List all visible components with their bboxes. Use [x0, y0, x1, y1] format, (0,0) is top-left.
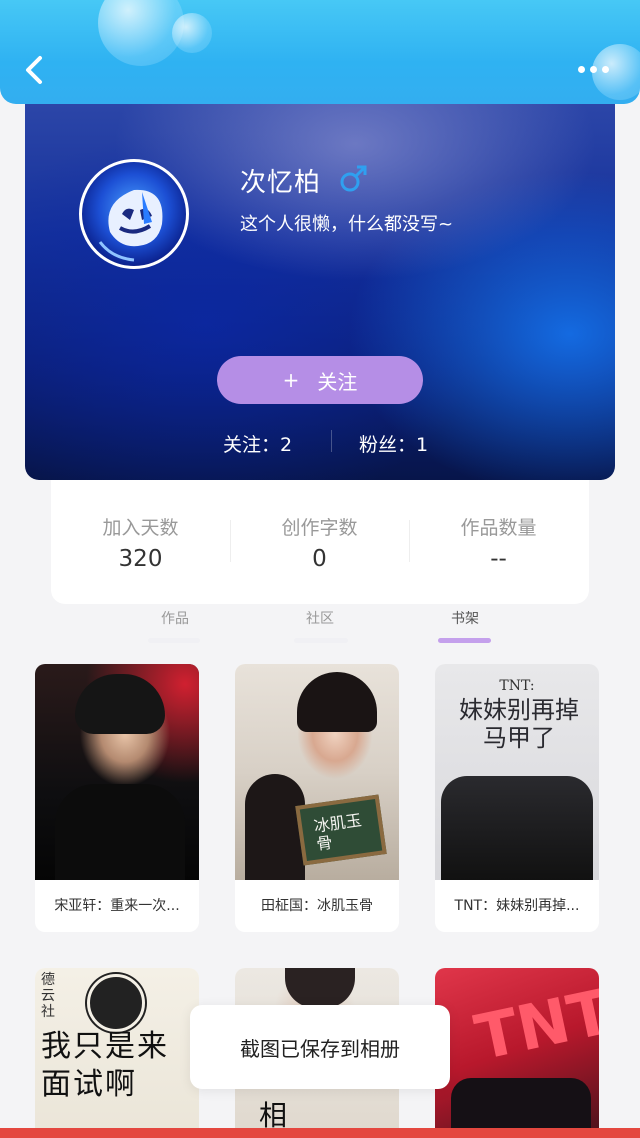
stat-label: 创作字数 [281, 517, 358, 539]
more-horizontal-icon[interactable] [574, 62, 614, 78]
followers-count[interactable]: 粉丝：1 [359, 430, 428, 457]
cover-subtitle: TNT: [499, 678, 535, 694]
avatar[interactable] [79, 159, 189, 269]
book-card[interactable]: TNT: 妹妹别再掉马甲了 TNT：妹妹别再掉... [435, 664, 599, 932]
chevron-left-icon[interactable] [20, 52, 50, 88]
book-title: 田柾国：冰肌玉骨 [261, 898, 373, 914]
cover-subtitle: 德云社 [41, 972, 55, 1020]
book-cover: TNT [435, 968, 599, 1138]
cover-text: 妹妹别再掉马甲了 [459, 696, 579, 752]
book-title: 宋亚轩：重来一次... [54, 898, 180, 914]
toast-message: 截图已保存到相册 [190, 1005, 450, 1089]
follow-label: 关注 [317, 369, 358, 394]
decor-bubble [172, 13, 212, 53]
tab-indicator [294, 638, 348, 643]
follow-button[interactable]: + 关注 [217, 356, 423, 404]
cover-text: 我只是来面试啊 [41, 1029, 169, 1102]
bio: 这个人很懒，什么都没写~ [240, 214, 454, 235]
book-cover [35, 664, 199, 880]
cover-text: 冰肌玉骨 [312, 810, 363, 854]
book-cover: TNT: 妹妹别再掉马甲了 [435, 664, 599, 880]
book-cover: 德云社 我只是来面试啊 [35, 968, 199, 1138]
plus-icon: + [282, 368, 300, 392]
following-count[interactable]: 关注：2 [223, 430, 292, 457]
stat-label: 加入天数 [102, 517, 179, 539]
book-cover: 冰肌玉骨 [235, 664, 399, 880]
stat-label: 作品数量 [460, 517, 537, 539]
cover-text: TNT [468, 974, 599, 1075]
book-card[interactable]: 宋亚轩：重来一次... [35, 664, 199, 932]
male-icon [338, 162, 370, 194]
stat-join-days: 加入天数 320 [51, 513, 230, 572]
book-title: TNT：妹妹别再掉... [454, 898, 580, 914]
top-bar [0, 0, 640, 104]
stats-card: 加入天数 320 创作字数 0 作品数量 -- [51, 480, 589, 604]
nickname: 次忆柏 [240, 168, 322, 198]
tab-indicator [148, 638, 200, 643]
stat-value: 320 [118, 546, 163, 572]
stat-value: -- [490, 546, 507, 572]
stat-value: 0 [312, 546, 327, 572]
stat-word-count: 创作字数 0 [230, 513, 409, 572]
tab-works[interactable]: 作品 [147, 608, 203, 628]
bottom-bar [0, 1128, 640, 1138]
tab-community[interactable]: 社区 [292, 608, 348, 628]
tab-indicator-active [438, 638, 491, 643]
stat-works-count: 作品数量 -- [409, 513, 588, 572]
book-card[interactable]: 德云社 我只是来面试啊 [35, 968, 199, 1138]
book-card[interactable]: 冰肌玉骨 田柾国：冰肌玉骨 [235, 664, 399, 932]
profile-header: 次忆柏 这个人很懒，什么都没写~ + 关注 关注：2 粉丝：1 [25, 104, 615, 480]
book-card[interactable]: TNT [435, 968, 599, 1138]
divider [331, 430, 332, 452]
tab-bookshelf[interactable]: 书架 [437, 608, 493, 628]
